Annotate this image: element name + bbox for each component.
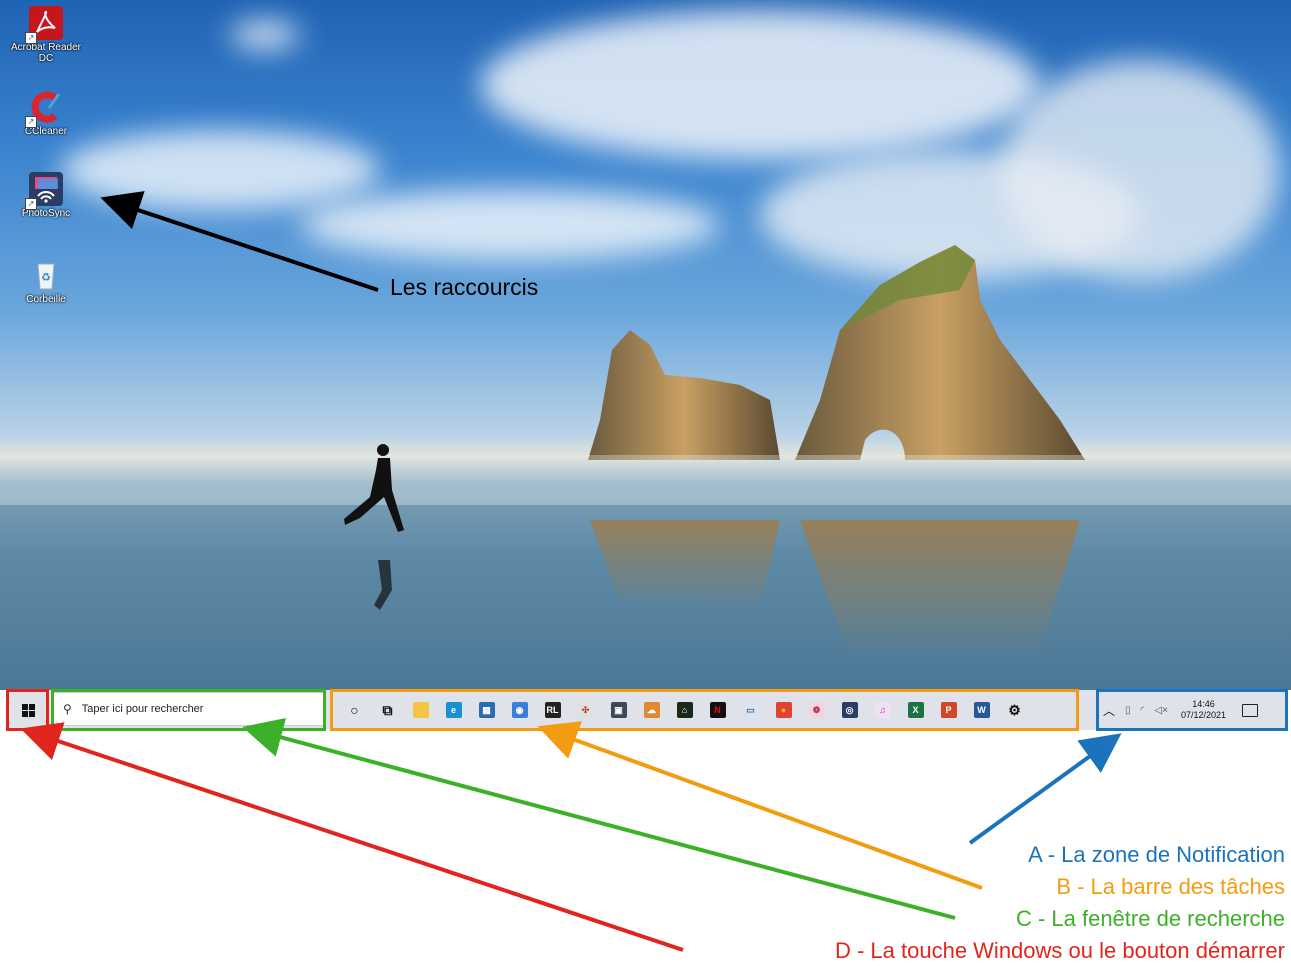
label-shortcuts: Les raccourcis	[390, 274, 539, 300]
label-taskbar: B - La barre des tâches	[1056, 874, 1285, 899]
annotation-arrows	[20, 191, 1122, 952]
arrow-search	[242, 717, 956, 920]
label-start-button: D - La touche Windows ou le bouton démar…	[834, 938, 1285, 963]
arrow-shortcuts	[100, 191, 379, 292]
arrow-notification	[968, 733, 1122, 845]
label-search-window: C - La fenêtre de recherche	[1015, 906, 1285, 931]
arrow-taskbar	[537, 721, 983, 890]
label-notification-area: A - La zone de Notification	[1028, 842, 1285, 867]
arrow-start	[20, 722, 684, 952]
